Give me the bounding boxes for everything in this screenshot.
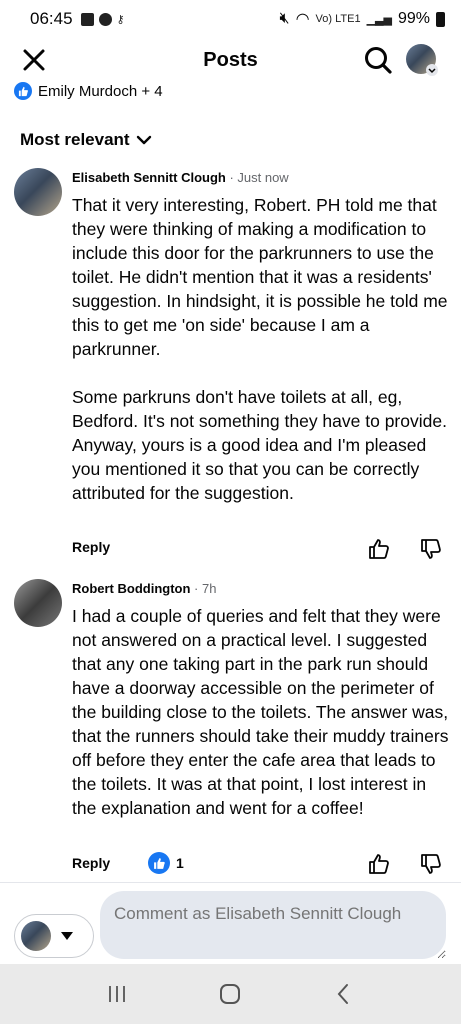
status-bar: 06:45 ⚷ 🔇︎ ◠ Vo) LTE1 ▁▃▅ 99% xyxy=(0,0,461,38)
network-label: Vo) LTE1 xyxy=(315,13,361,25)
comment-composer xyxy=(0,888,461,964)
thumbs-up-icon[interactable] xyxy=(367,852,391,876)
wifi-icon: ◠ xyxy=(295,11,310,28)
comment-body: I had a couple of queries and felt that … xyxy=(72,606,454,818)
dnd-icon xyxy=(98,12,112,26)
comment-input[interactable] xyxy=(100,891,446,959)
avatar[interactable] xyxy=(14,168,62,216)
system-nav-bar xyxy=(0,964,461,1024)
home-icon[interactable] xyxy=(218,982,242,1006)
profile-avatar-button[interactable] xyxy=(406,44,440,78)
divider xyxy=(0,882,461,883)
notification-icon xyxy=(80,12,94,26)
thumbs-up-icon[interactable] xyxy=(367,537,391,561)
close-icon[interactable] xyxy=(20,46,48,74)
comment-body: That it very interesting, Robert. PH tol… xyxy=(72,195,448,503)
top-app-bar: Posts xyxy=(0,38,461,82)
sort-dropdown[interactable]: Most relevant xyxy=(20,130,152,150)
silent-icon: 🔇︎ xyxy=(279,10,290,27)
status-right: 🔇︎ ◠ Vo) LTE1 ▁▃▅ 99% xyxy=(279,9,445,29)
chevron-down-icon xyxy=(136,135,151,145)
comment-author[interactable]: Elisabeth Sennitt Clough xyxy=(72,170,226,185)
avatar xyxy=(21,921,51,951)
chevron-down-icon xyxy=(426,64,438,76)
caret-down-icon xyxy=(61,932,73,940)
status-time: 06:45 xyxy=(30,9,73,28)
reply-button[interactable]: Reply xyxy=(72,539,110,555)
battery-percent: 99% xyxy=(397,10,430,27)
reaction-count-value: 1 xyxy=(176,855,184,871)
reactors-summary[interactable]: Emily Murdoch + 4 xyxy=(14,82,163,100)
battery-icon xyxy=(436,11,445,27)
comment-time: · Just now xyxy=(225,170,289,185)
notification-icons: ⚷ xyxy=(80,12,125,26)
comment-time: · 7h xyxy=(190,581,217,596)
sort-label: Most relevant xyxy=(20,130,130,149)
reactors-text: Emily Murdoch + 4 xyxy=(38,82,163,100)
signal-icon: ▁▃▅ xyxy=(366,13,392,26)
comment-author[interactable]: Robert Boddington xyxy=(72,581,190,596)
avatar[interactable] xyxy=(14,579,62,627)
thumbs-down-icon[interactable] xyxy=(419,537,443,561)
like-icon xyxy=(14,82,32,100)
like-icon xyxy=(148,852,170,874)
thumbs-down-icon[interactable] xyxy=(419,852,443,876)
key-icon: ⚷ xyxy=(116,13,125,26)
profile-picker-button[interactable] xyxy=(14,914,94,958)
search-icon[interactable] xyxy=(362,44,394,76)
reaction-count[interactable]: 1 xyxy=(148,852,184,874)
comment-header: Elisabeth Sennitt Clough · Just now xyxy=(72,170,289,185)
back-icon[interactable] xyxy=(332,982,356,1006)
recents-icon[interactable] xyxy=(105,982,129,1006)
reply-button[interactable]: Reply xyxy=(72,855,110,871)
comment-header: Robert Boddington · 7h xyxy=(72,581,216,596)
